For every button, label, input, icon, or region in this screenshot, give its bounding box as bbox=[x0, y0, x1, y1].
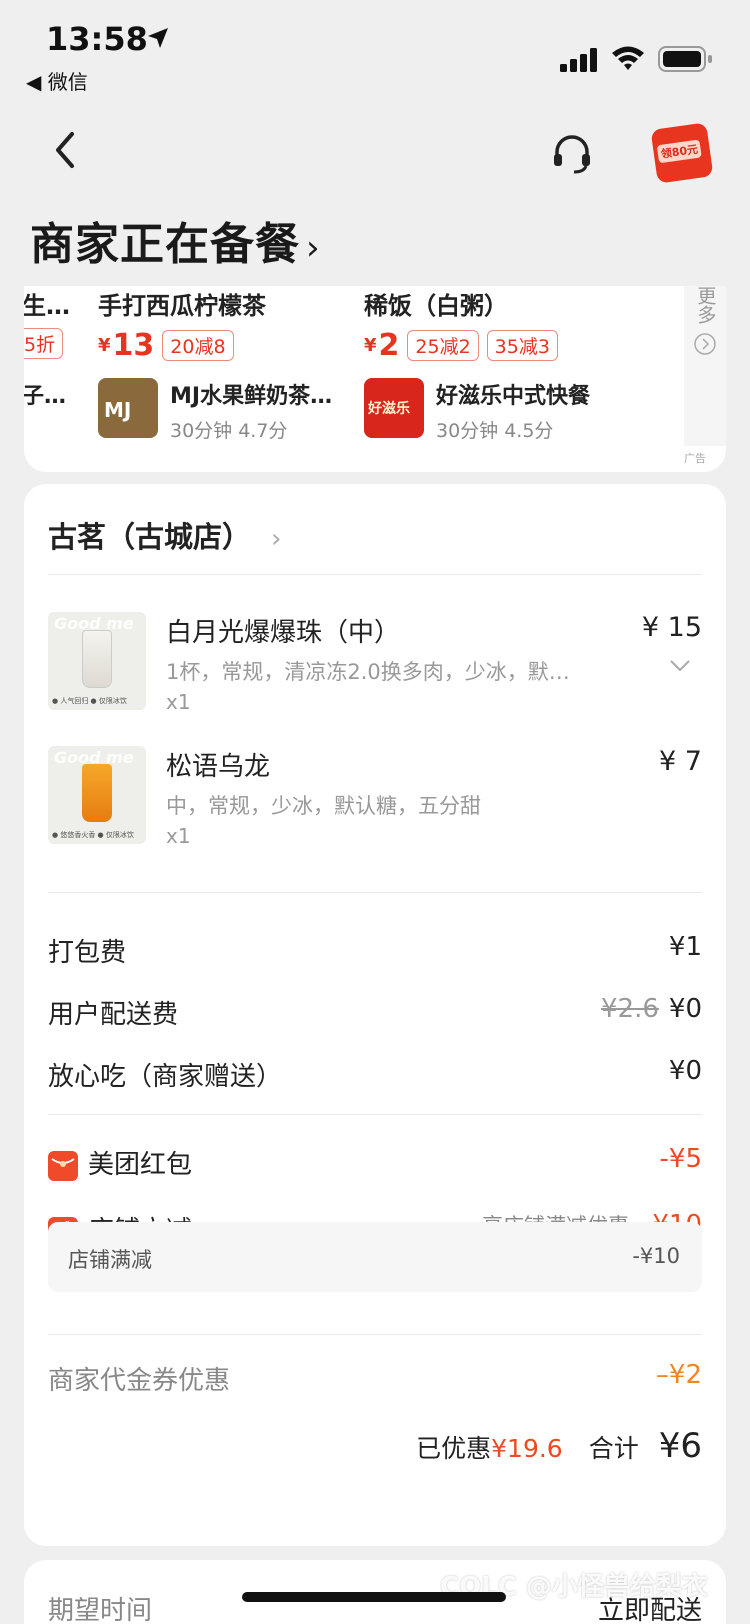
cellular-signal-icon bbox=[560, 48, 597, 72]
fee-original-value: ¥2.6 bbox=[601, 994, 659, 1024]
shop-name-link[interactable]: 古茗（古城店） › bbox=[48, 514, 281, 556]
shop-name: 古茗（古城店） bbox=[48, 520, 252, 554]
nav-bar: 领80元 bbox=[0, 108, 750, 204]
fee-label: 用户配送费 bbox=[48, 1000, 179, 1030]
promo-tag: 领80元 bbox=[656, 139, 703, 164]
voucher-value: –¥2 bbox=[655, 1360, 702, 1390]
item-thumbnail: Good me ● 人气回归 ● 仅限冰饮 bbox=[48, 612, 146, 710]
voucher-label: 商家代金券优惠 bbox=[48, 1366, 231, 1396]
chevron-right-icon: › bbox=[271, 524, 282, 554]
home-indicator[interactable] bbox=[242, 1592, 506, 1602]
rec-item-watermelon-tea[interactable]: 手打西瓜柠檬茶 ¥ 13 20减8 MJ MJ水果鲜奶茶… 30分钟 4.7分 bbox=[98, 286, 332, 442]
ad-label: 广告 bbox=[684, 452, 706, 465]
promo-red-packet-button[interactable]: 领80元 bbox=[650, 122, 714, 184]
total-value: ¥6 bbox=[658, 1426, 702, 1466]
discount-chip: 35减3 bbox=[486, 330, 558, 361]
order-status-text: 商家正在备餐 bbox=[30, 219, 300, 270]
rec-item-price: 13 bbox=[112, 328, 155, 363]
store-logo-haozile: 好滋乐 bbox=[364, 378, 424, 438]
cup-image bbox=[82, 764, 112, 822]
rec-store-meta: 30分钟 4.5分 bbox=[436, 420, 554, 442]
item-thumbnail: Good me ● 悠悠香火香 ● 仅限冰饮 bbox=[48, 746, 146, 844]
wifi-icon bbox=[612, 46, 644, 70]
chevron-right-icon: › bbox=[306, 228, 321, 268]
item-qty: x1 bbox=[166, 824, 191, 848]
fee-row-assurance: 放心吃（商家赠送） ¥0 bbox=[48, 1056, 702, 1093]
sub-discount-value: -¥10 bbox=[632, 1244, 680, 1268]
fee-label: 放心吃（商家赠送） bbox=[48, 1062, 283, 1092]
item-name: 松语乌龙 bbox=[166, 752, 271, 782]
voucher-row[interactable]: 商家代金券优惠 –¥2 bbox=[48, 1360, 702, 1397]
divider bbox=[48, 892, 702, 893]
delivery-time-label: 期望时间 bbox=[48, 1596, 153, 1624]
fee-value: ¥0 bbox=[668, 1056, 702, 1086]
status-time: 13:58 bbox=[46, 20, 148, 58]
order-total: 已优惠¥19.6 合计 ¥6 bbox=[48, 1426, 702, 1466]
fee-value: ¥1 bbox=[668, 932, 702, 962]
item-qty: x1 bbox=[166, 690, 191, 714]
store-logo-mj: MJ bbox=[98, 378, 158, 438]
fee-row-delivery: 用户配送费 ¥2.6 ¥0 bbox=[48, 994, 702, 1031]
order-item[interactable]: Good me ● 人气回归 ● 仅限冰饮 白月光爆爆珠（中） 1杯，常规，清凉… bbox=[48, 612, 702, 714]
item-name: 白月光爆爆珠（中） bbox=[166, 618, 401, 648]
rec-store-name: MJ水果鲜奶茶… bbox=[170, 384, 333, 409]
rec-store-meta: 30分钟 4.7分 bbox=[170, 420, 288, 442]
location-arrow-icon bbox=[148, 28, 168, 48]
back-arrow-icon[interactable] bbox=[50, 128, 80, 172]
discount-chip: 25减2 bbox=[407, 330, 479, 361]
rec-store-name: 子… bbox=[24, 384, 67, 409]
rec-item-congee[interactable]: 稀饭（白粥） ¥ 2 25减2 35减3 好滋乐 好滋乐中式快餐 30分钟 4.… bbox=[364, 286, 590, 442]
cup-image bbox=[82, 630, 112, 688]
chevron-circle-right-icon bbox=[694, 333, 716, 355]
discount-row-red-packet[interactable]: 美团红包 -¥5 bbox=[48, 1144, 702, 1181]
store-full-reduction-detail: 店铺满减 -¥10 bbox=[48, 1222, 702, 1292]
rec-item-name: 稀饭（白粥） bbox=[364, 292, 508, 320]
discount-chip: 20减8 bbox=[162, 330, 234, 361]
fee-label: 打包费 bbox=[48, 938, 127, 968]
discount-label: 美团红包 bbox=[88, 1150, 193, 1180]
order-status-title[interactable]: 商家正在备餐 › bbox=[30, 208, 321, 272]
item-spec: 1杯，常规，清凉冻2.0换多肉，少冰，默… bbox=[166, 660, 570, 684]
rec-store-name: 好滋乐中式快餐 bbox=[436, 384, 591, 409]
discount-chip: 5折 bbox=[24, 328, 64, 359]
fee-row-packaging: 打包费 ¥1 bbox=[48, 932, 702, 969]
saved-value: ¥19.6 bbox=[491, 1434, 563, 1463]
fee-value: ¥0 bbox=[668, 994, 702, 1024]
promo-red-packet-icon: 领80元 bbox=[650, 122, 714, 184]
status-bar: 13:58 ◀ 微信 bbox=[0, 0, 750, 108]
item-price: ¥ 7 bbox=[659, 746, 702, 777]
total-label: 合计 bbox=[588, 1434, 639, 1463]
order-card: 古茗（古城店） › Good me ● 人气回归 ● 仅限冰饮 白月光爆爆珠（中）… bbox=[24, 484, 726, 1546]
saved-label: 已优惠 bbox=[416, 1434, 492, 1463]
order-item[interactable]: Good me ● 悠悠香火香 ● 仅限冰饮 松语乌龙 中，常规，少冰，默认糖，… bbox=[48, 746, 702, 848]
red-packet-icon bbox=[48, 1150, 78, 1181]
chevron-down-icon[interactable] bbox=[668, 658, 692, 674]
item-spec: 中，常规，少冰，默认糖，五分甜 bbox=[166, 794, 481, 818]
yen-symbol: ¥ bbox=[364, 335, 377, 356]
rec-item-partial[interactable]: 生… 5折 子… bbox=[24, 286, 70, 409]
more-recommendations-button[interactable]: 更多 bbox=[684, 286, 726, 446]
recommendation-strip: 生… 5折 子… 手打西瓜柠檬茶 ¥ 13 20减8 MJ MJ水果鲜奶茶… 3… bbox=[24, 286, 726, 472]
discount-value: -¥5 bbox=[659, 1144, 702, 1174]
customer-service-icon[interactable] bbox=[550, 132, 594, 176]
rec-item-name: 生… bbox=[24, 292, 70, 320]
divider bbox=[48, 574, 702, 575]
rec-item-price: 2 bbox=[378, 328, 400, 363]
more-label: 更多 bbox=[694, 286, 717, 324]
divider bbox=[48, 1114, 702, 1115]
item-price: ¥ 15 bbox=[641, 612, 702, 643]
yen-symbol: ¥ bbox=[98, 335, 111, 356]
rec-item-name: 手打西瓜柠檬茶 bbox=[98, 292, 266, 320]
battery-icon bbox=[658, 46, 712, 72]
divider bbox=[48, 1334, 702, 1335]
sub-discount-label: 店铺满减 bbox=[68, 1248, 152, 1272]
back-to-wechat-link[interactable]: ◀ 微信 bbox=[26, 66, 88, 95]
